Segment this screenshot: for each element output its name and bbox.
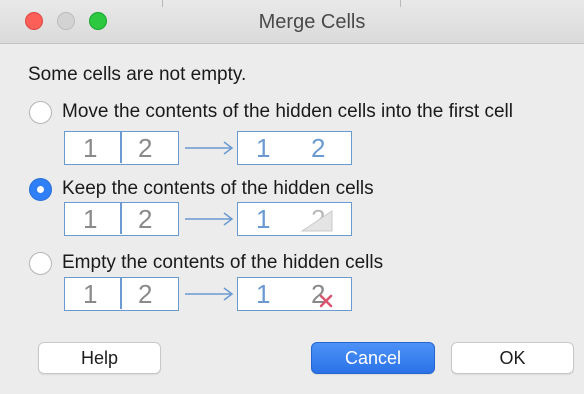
cell-value: 2	[311, 133, 326, 163]
dialog-content: Some cells are not empty. Move the conte…	[0, 45, 584, 394]
example-empty-contents: 1 2 1 2	[64, 277, 364, 311]
example-keep-contents: 1 2 1 2	[64, 202, 364, 236]
cell-value: 1	[83, 133, 98, 163]
arrow-right-icon	[185, 212, 234, 226]
delete-x-icon	[319, 294, 333, 308]
arrow-right-icon	[185, 287, 234, 301]
option-empty-contents[interactable]: Empty the contents of the hidden cells	[28, 249, 584, 279]
cell-value: 1	[256, 279, 271, 309]
example-cell-after: 1 2	[237, 202, 352, 236]
cell-value: 2	[138, 204, 153, 234]
example-move-contents: 1 2 1 2	[64, 131, 364, 165]
option-move-contents[interactable]: Move the contents of the hidden cells in…	[28, 98, 584, 128]
background-grid-line	[162, 0, 163, 7]
cell-value: 2	[138, 279, 153, 309]
cell-value: 1	[256, 133, 271, 163]
option-keep-contents[interactable]: Keep the contents of the hidden cells	[28, 175, 584, 205]
example-cells-before: 1 2	[64, 202, 179, 236]
title-bar: Merge Cells	[0, 0, 584, 44]
help-button[interactable]: Help	[38, 342, 161, 374]
background-grid-line	[400, 0, 401, 7]
cell-divider	[120, 203, 122, 234]
window-title: Merge Cells	[258, 11, 366, 33]
merge-cells-dialog: Merge Cells Some cells are not empty. Mo…	[0, 0, 584, 394]
example-cells-before: 1 2	[64, 277, 179, 311]
cell-value: 1	[83, 279, 98, 309]
option-move-contents-label: Move the contents of the hidden cells in…	[62, 101, 513, 122]
dialog-heading: Some cells are not empty.	[28, 64, 247, 85]
example-cell-after: 1 2	[237, 277, 352, 311]
cell-value: 1	[83, 204, 98, 234]
radio-move-contents[interactable]	[29, 101, 52, 124]
radio-keep-contents[interactable]	[29, 178, 52, 201]
option-empty-contents-label: Empty the contents of the hidden cells	[62, 252, 384, 273]
ok-button[interactable]: OK	[451, 342, 574, 374]
cell-value: 2	[138, 133, 153, 163]
cancel-button[interactable]: Cancel	[311, 342, 435, 374]
option-keep-contents-label: Keep the contents of the hidden cells	[62, 178, 374, 199]
cell-value: 1	[256, 204, 271, 234]
example-cell-after: 1 2	[237, 131, 352, 165]
example-cells-before: 1 2	[64, 131, 179, 165]
radio-empty-contents[interactable]	[29, 252, 52, 275]
hidden-content-icon	[300, 210, 333, 232]
cell-divider	[120, 132, 122, 163]
cell-divider	[120, 278, 122, 309]
arrow-right-icon	[185, 141, 234, 155]
